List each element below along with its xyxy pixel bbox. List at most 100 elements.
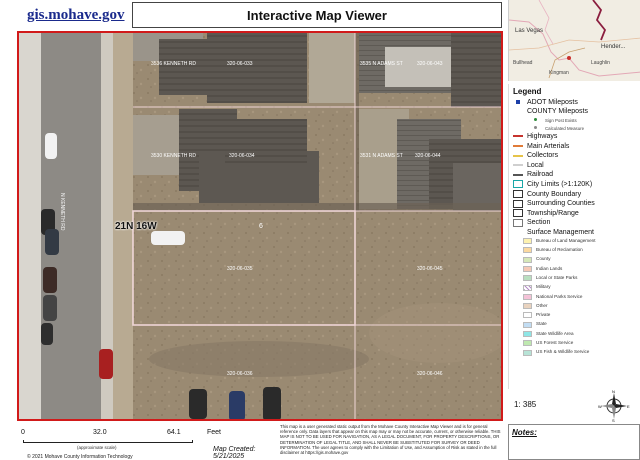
legend-symbol-icon (523, 312, 532, 319)
legend-label: COUNTY Mileposts (527, 108, 588, 116)
legend-symbol-icon (523, 256, 532, 263)
legend-symbol-icon (513, 180, 523, 189)
legend-label: County Boundary (527, 190, 582, 198)
street-label: N KENNETH RD (59, 193, 65, 231)
notes-box: Notes: (508, 424, 640, 460)
legend-symbol-icon (513, 199, 523, 208)
compass-w-label: W (598, 404, 602, 409)
legend-label: Surface Management (527, 228, 594, 236)
legend-item: Other (523, 302, 548, 310)
compass-s-label: S (612, 418, 615, 422)
legend-label: Sign Post Exists (545, 117, 577, 123)
scale-tick-2: 64.1 (167, 429, 181, 436)
legend-label: Indian Lands (536, 265, 563, 271)
legend-symbol-icon (513, 190, 523, 198)
notes-label: Notes: (512, 428, 537, 437)
legend-symbol-icon (513, 132, 523, 140)
map-legend: Legend ADOT Mileposts COUNTY Mileposts Sig… (508, 84, 640, 389)
legend-symbol-icon (523, 349, 532, 356)
scale-tick-0: 0 (21, 429, 25, 436)
legend-item: Private (523, 312, 551, 319)
compass-rose-icon: N S E W (598, 390, 630, 422)
parcel-apn-1: 320-06-033 (227, 61, 253, 67)
parcel-apn-8: 320-06-046 (417, 371, 443, 377)
legend-item: US Fish & Wildlife Service (523, 349, 590, 356)
legend-label: Local (527, 161, 544, 169)
parcel-apn-5: 320-06-035 (227, 266, 253, 272)
legend-item: COUNTY Mileposts (513, 108, 588, 116)
legend-label: State Wildlife Area (536, 330, 574, 336)
legend-item: ADOT Mileposts (513, 98, 578, 106)
legend-label: County (536, 256, 551, 262)
legend-label: US Fish & Wildlife Service (536, 349, 590, 355)
legend-item: Railroad (513, 171, 553, 179)
legend-label: Township/Range (527, 209, 579, 217)
legend-label: Main Arterials (527, 142, 570, 150)
legend-symbol-icon (513, 98, 523, 106)
legend-item: National Parks Service (523, 293, 582, 300)
legend-symbol-icon (513, 171, 523, 179)
compass-e-label: E (627, 404, 630, 409)
section-number-label: 6 (259, 223, 263, 230)
parcel-address-3: 3530 KENNETH RD (151, 153, 197, 159)
legend-label: City Limits (>1:120K) (527, 180, 593, 188)
legend-label: Private (536, 312, 551, 318)
inset-map-graphic: Las Vegas Hender... Bullhead Laughlin Ki… (509, 0, 640, 81)
legend-symbol-icon (523, 238, 532, 244)
aerial-map-view[interactable]: N KENNETH RD 3536 KENNETH RD 320-06-033 … (17, 31, 503, 421)
legend-label: Bureau of Reclamation (536, 247, 583, 252)
inset-label-1: Las Vegas (515, 28, 543, 34)
parcel-address-4: 3531 N ADAMS ST (360, 153, 403, 159)
legend-symbol-icon (523, 265, 532, 272)
legend-item: Indian Lands (523, 265, 563, 272)
legend-label: Section (527, 219, 551, 227)
scale-approx-note: (approximate scale) (77, 445, 117, 450)
inset-label-5: Kingman (549, 70, 569, 76)
legend-item: County (523, 256, 551, 263)
parcel-apn-3: 320-06-034 (229, 153, 255, 159)
scale-ratio: 1: 385 (514, 400, 537, 409)
legend-item: State Wildlife Area (523, 331, 574, 337)
legend-label: Railroad (527, 171, 554, 179)
legend-label: Military (536, 284, 551, 290)
compass-n-label: N (612, 390, 615, 394)
inset-locator-map: Las Vegas Hender... Bullhead Laughlin Ki… (508, 0, 640, 81)
legend-symbol-icon (513, 152, 523, 160)
legend-label: ADOT Mileposts (527, 98, 578, 106)
map-created-date: Map Created: 5/21/2025 (213, 446, 256, 460)
legend-item: County Boundary (513, 190, 581, 198)
scale-info: 1: 385 N S E W (508, 390, 640, 422)
legend-label: Local or State Parks (536, 274, 578, 280)
legend-item: Surface Management (513, 228, 594, 236)
inset-label-3: Bullhead (513, 60, 533, 66)
legend-label: State (536, 321, 547, 327)
parcel-address-2: 3535 N ADAMS ST (360, 61, 403, 67)
parcel-apn-7: 320-06-036 (227, 371, 253, 377)
township-range-label: 21N 16W (115, 221, 157, 232)
legend-label: Bureau of Land Management (536, 237, 596, 243)
legend-item: City Limits (>1:120K) (513, 180, 593, 189)
legend-item: Main Arterials (513, 142, 569, 150)
map-title: Interactive Map Viewer (132, 2, 502, 28)
legend-symbol-icon (523, 293, 532, 300)
inset-label-4: Laughlin (591, 60, 610, 66)
legend-item: Military (523, 284, 551, 291)
legend-item: Local (513, 161, 544, 169)
legend-item: US Forest Service (523, 340, 573, 347)
legend-symbol-icon (523, 284, 532, 291)
legend-symbol-icon (513, 161, 523, 169)
legend-item: Highways (513, 132, 557, 140)
legend-item: Local or State Parks (523, 274, 578, 282)
legend-symbol-icon (513, 142, 523, 150)
legend-label: Other (536, 302, 548, 308)
legend-symbol-icon (523, 340, 532, 347)
legend-symbol-icon (523, 247, 532, 254)
legend-symbol-icon (513, 209, 523, 218)
disclaimer-text: This map is a user generated static outp… (280, 424, 501, 456)
site-url-link[interactable]: gis.mohave.gov (27, 7, 125, 24)
legend-item: Bureau of Reclamation (523, 247, 583, 254)
scale-bar-line (23, 440, 193, 443)
legend-symbol-icon (523, 303, 532, 310)
legend-item: State (523, 321, 547, 328)
legend-item: Township/Range (513, 209, 579, 218)
